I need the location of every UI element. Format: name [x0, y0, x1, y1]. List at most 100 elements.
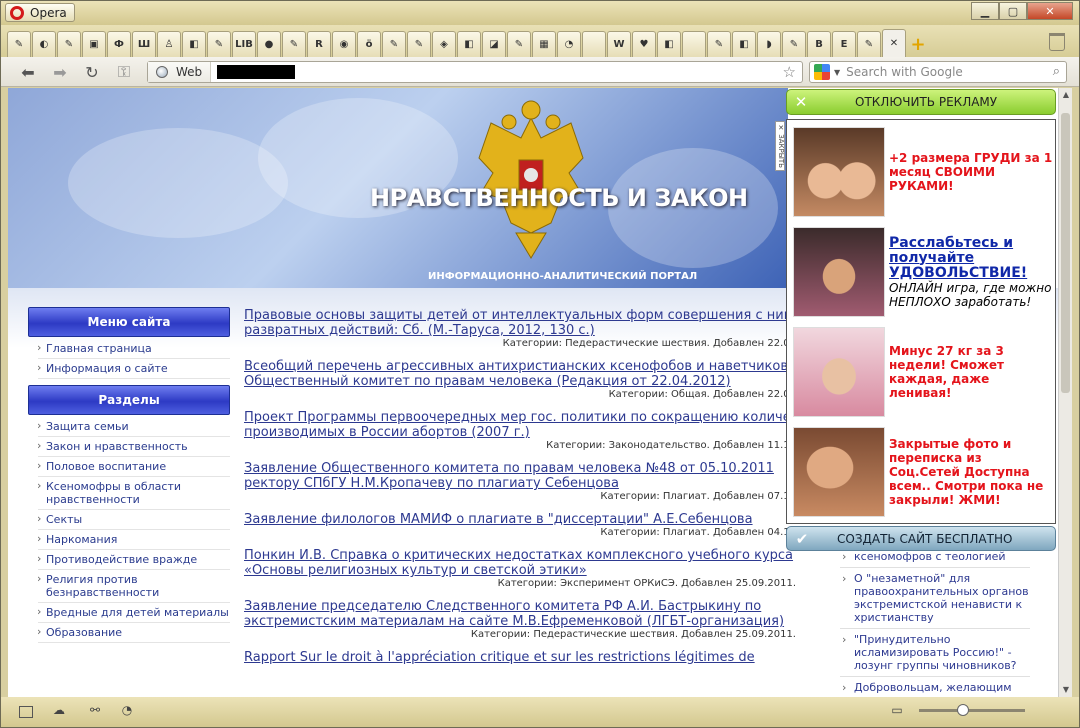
ad-item[interactable]: +2 размера ГРУДИ за 1 месяц СВОИМИ РУКАМ…: [793, 126, 1053, 218]
google-icon[interactable]: [814, 64, 830, 80]
browser-tab[interactable]: ✎: [7, 31, 31, 57]
new-tab-icon[interactable]: +: [907, 31, 929, 57]
disable-ads-button[interactable]: ✕ ОТКЛЮЧИТЬ РЕКЛАМУ: [786, 89, 1056, 115]
view-icon[interactable]: ▭: [889, 703, 905, 719]
ad-item[interactable]: Минус 27 кг за 3 недели! Сможет каждая, …: [793, 326, 1053, 418]
cloud-icon[interactable]: ☁: [51, 703, 67, 719]
search-icon[interactable]: ⌕: [1053, 64, 1060, 79]
sidebar-item[interactable]: Секты: [37, 510, 230, 530]
key-icon[interactable]: ⚿: [113, 62, 135, 81]
chevron-down-icon[interactable]: ▼: [834, 68, 840, 77]
sidebar-item[interactable]: Наркомания: [37, 530, 230, 550]
bookmark-star-icon[interactable]: ☆: [783, 63, 796, 81]
sidebar-item[interactable]: Информация о сайте: [37, 359, 230, 379]
browser-tab[interactable]: ▦: [532, 31, 556, 57]
ad-image[interactable]: [793, 227, 885, 317]
forward-icon[interactable]: ➡: [49, 63, 71, 82]
sidebar-item[interactable]: Закон и нравственность: [37, 437, 230, 457]
browser-tab[interactable]: ✎: [382, 31, 406, 57]
share-icon[interactable]: ⚯: [87, 703, 103, 719]
ad-text[interactable]: Минус 27 кг за 3 недели! Сможет каждая, …: [885, 344, 1053, 400]
browser-tab[interactable]: ◪: [482, 31, 506, 57]
article-link[interactable]: Правовые основы защиты детей от интеллек…: [244, 308, 804, 338]
browser-tab[interactable]: ✎: [282, 31, 306, 57]
article-link[interactable]: Проект Программы первоочередных мер гос.…: [244, 410, 804, 440]
address-field[interactable]: Web ☆: [147, 61, 803, 83]
browser-tab[interactable]: E: [832, 31, 856, 57]
ad-text[interactable]: Закрытые фото и переписка из Соц.Сетей Д…: [885, 437, 1053, 507]
browser-tab[interactable]: ✎: [507, 31, 531, 57]
browser-tab[interactable]: ✎: [207, 31, 231, 57]
related-link[interactable]: Добровольцам, желающим: [840, 677, 1030, 697]
browser-tab[interactable]: ✎: [782, 31, 806, 57]
ad-text[interactable]: Расслабьтесь и получайте УДОВОЛЬСТВИЕ! О…: [885, 235, 1053, 309]
browser-tab[interactable]: ✕: [882, 29, 906, 57]
browser-tab[interactable]: R: [307, 31, 331, 57]
opera-menu-button[interactable]: Opera: [5, 3, 75, 22]
web-badge[interactable]: Web: [148, 62, 212, 82]
sidebar-item[interactable]: Ксеномофры в области нравственности: [37, 477, 230, 510]
browser-tab[interactable]: ♙: [157, 31, 181, 57]
browser-tab[interactable]: ✎: [707, 31, 731, 57]
speed-icon[interactable]: ◔: [119, 703, 135, 719]
sidebar-item[interactable]: Вредные для детей материалы: [37, 603, 230, 623]
zoom-knob[interactable]: [957, 704, 969, 716]
related-link[interactable]: "Принудительно исламизировать Россию!" -…: [840, 629, 1030, 677]
browser-tab[interactable]: [682, 31, 706, 57]
browser-tab[interactable]: ö: [357, 31, 381, 57]
browser-tab[interactable]: ✎: [57, 31, 81, 57]
browser-tab[interactable]: ◉: [332, 31, 356, 57]
browser-tab[interactable]: [582, 31, 606, 57]
browser-tab[interactable]: W: [607, 31, 631, 57]
vertical-scrollbar[interactable]: ▲ ▼: [1058, 88, 1072, 697]
sidebar-item[interactable]: Половое воспитание: [37, 457, 230, 477]
browser-tab[interactable]: B: [807, 31, 831, 57]
zoom-slider[interactable]: [919, 704, 1025, 716]
browser-tab[interactable]: ▣: [82, 31, 106, 57]
article-link[interactable]: Всеобщий перечень агрессивных антихристи…: [244, 359, 804, 389]
browser-tab[interactable]: ◐: [32, 31, 56, 57]
ad-image[interactable]: [793, 127, 885, 217]
sidebar-item[interactable]: Главная страница: [37, 339, 230, 359]
sidebar-item[interactable]: Образование: [37, 623, 230, 643]
sidebar-item[interactable]: Защита семьи: [37, 417, 230, 437]
close-ad-tab[interactable]: ✕ ЗАКРЫТЬ: [775, 121, 785, 171]
browser-tab[interactable]: Ш: [132, 31, 156, 57]
browser-tab[interactable]: ◧: [657, 31, 681, 57]
create-site-button[interactable]: ✔ СОЗДАТЬ САЙТ БЕСПЛАТНО: [786, 526, 1056, 551]
browser-tab[interactable]: LIB: [232, 31, 256, 57]
back-icon[interactable]: ⬅: [17, 63, 39, 82]
reload-icon[interactable]: ↻: [81, 63, 103, 82]
article-link[interactable]: Заявление председателю Следственного ком…: [244, 599, 804, 629]
minimize-button[interactable]: ▁: [971, 2, 999, 20]
browser-tab[interactable]: ◧: [457, 31, 481, 57]
scroll-up-icon[interactable]: ▲: [1059, 88, 1072, 102]
related-link[interactable]: О "незаметной" для правоохранительных ор…: [840, 568, 1030, 629]
browser-tab[interactable]: ◧: [732, 31, 756, 57]
browser-tab[interactable]: ♥: [632, 31, 656, 57]
browser-tab[interactable]: ●: [257, 31, 281, 57]
ad-image[interactable]: [793, 327, 885, 417]
scroll-down-icon[interactable]: ▼: [1059, 683, 1072, 697]
sidebar-item[interactable]: Религия против безнравственности: [37, 570, 230, 603]
search-field[interactable]: ▼ Search with Google ⌕: [809, 61, 1067, 83]
sidebar-item[interactable]: Противодействие вражде: [37, 550, 230, 570]
browser-tab[interactable]: Ф: [107, 31, 131, 57]
ad-item[interactable]: Закрытые фото и переписка из Соц.Сетей Д…: [793, 426, 1053, 518]
browser-tab[interactable]: ◔: [557, 31, 581, 57]
browser-tab[interactable]: ✎: [407, 31, 431, 57]
close-window-button[interactable]: ✕: [1027, 2, 1073, 20]
ad-image[interactable]: [793, 427, 885, 517]
ad-item[interactable]: Расслабьтесь и получайте УДОВОЛЬСТВИЕ! О…: [793, 226, 1053, 318]
panel-toggle-icon[interactable]: [19, 706, 33, 718]
article-link[interactable]: Rapport Sur le droit à l'appréciation cr…: [244, 650, 804, 665]
article-link[interactable]: Заявление Общественного комитета по прав…: [244, 461, 804, 491]
maximize-button[interactable]: ▢: [999, 2, 1027, 20]
ad-text[interactable]: +2 размера ГРУДИ за 1 месяц СВОИМИ РУКАМ…: [885, 151, 1053, 193]
browser-tab[interactable]: ✎: [857, 31, 881, 57]
browser-tab[interactable]: ◧: [182, 31, 206, 57]
article-link[interactable]: Заявление филологов МАМИФ о плагиате в "…: [244, 512, 804, 527]
trash-icon[interactable]: [1049, 33, 1065, 51]
scroll-thumb[interactable]: [1061, 113, 1070, 393]
browser-tab[interactable]: ◗: [757, 31, 781, 57]
